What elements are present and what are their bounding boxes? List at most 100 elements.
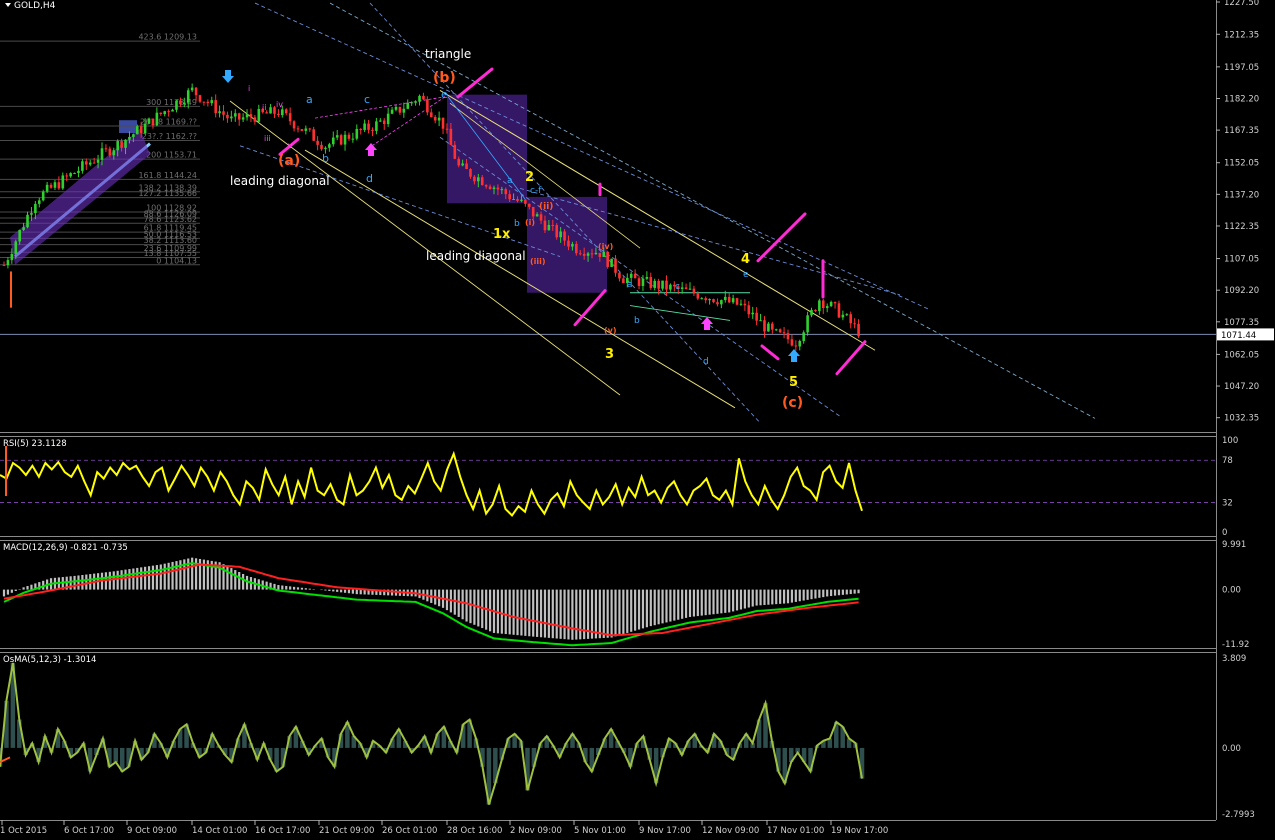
symbol-title: GOLD,H4 (14, 1, 56, 11)
candle (688, 282, 692, 290)
candle (774, 328, 778, 331)
candle-body (147, 118, 151, 124)
candle-body (755, 312, 758, 321)
candle-body (351, 138, 355, 140)
osma-panel[interactable]: OsMA(5,12,3) -1.3014 (0, 655, 865, 805)
candle (159, 112, 163, 116)
candle (720, 299, 723, 309)
candle-body (343, 134, 347, 145)
candle (347, 132, 351, 141)
candle-body (684, 287, 688, 290)
candle-body (559, 231, 562, 238)
magenta-marker (760, 344, 780, 361)
candle-body (230, 116, 233, 119)
candle (375, 117, 378, 135)
candle (429, 108, 433, 118)
candle-body (645, 276, 649, 279)
wave-label: (a) (278, 153, 300, 169)
wave-label: v (288, 141, 293, 150)
rsi-panel[interactable]: RSI(5) 23.1128 (0, 439, 1216, 517)
candle (328, 142, 331, 152)
y-tick-label: 1032.35 (1224, 414, 1259, 424)
wave-label: 5 (789, 375, 798, 390)
candle-body (379, 120, 382, 122)
candle-body (249, 114, 253, 118)
candle-body (418, 95, 421, 102)
candle (292, 120, 296, 132)
candle-body (829, 302, 833, 307)
candle-body (175, 100, 178, 110)
candle (363, 119, 366, 133)
candle-body (367, 123, 370, 130)
candle (257, 104, 261, 123)
candle (849, 311, 853, 329)
candle (712, 298, 715, 304)
price-panel[interactable]: GOLD,H4423.6 1209.13300 1178.49261.8 116… (0, 1, 1216, 423)
candle (653, 278, 657, 291)
candle-body (155, 112, 159, 126)
dashed-trendline (329, 2, 1096, 419)
y-tick-label: 1062.05 (1224, 350, 1259, 360)
y-tick-label: 1167.35 (1224, 126, 1259, 136)
candle (237, 112, 241, 126)
candle-body (441, 117, 445, 129)
candle (798, 339, 802, 351)
candle (167, 109, 170, 117)
candle-body (281, 109, 284, 116)
candle (414, 100, 417, 106)
candle-body (637, 278, 641, 286)
candle-body (265, 112, 268, 114)
candle (418, 94, 421, 106)
y-tick-label: 1197.05 (1224, 63, 1259, 73)
y-tick-label: 1107.05 (1224, 255, 1259, 265)
candle-body (790, 339, 794, 346)
wave-label: (ii) (539, 202, 553, 212)
y-tick-label: 1227.50 (1224, 0, 1259, 8)
y-tick-label: 1182.20 (1224, 94, 1259, 104)
x-tick-label: 26 Oct 01:00 (382, 826, 437, 836)
candle (433, 115, 437, 124)
candle-body (759, 320, 762, 322)
candle-body (410, 102, 413, 104)
candle-body (331, 137, 335, 145)
fib-level-label: 127.2 1135.66 (138, 189, 197, 198)
macd-panel[interactable]: MACD(12,26,9) -0.821 -0.735 (2, 543, 860, 647)
osma-histogram (0, 662, 865, 805)
candle (37, 197, 41, 208)
chart-canvas[interactable]: GOLD,H4423.6 1209.13300 1178.49261.8 116… (0, 0, 1275, 840)
candle-body (179, 100, 182, 105)
osma-tick-label: 3.809 (1222, 654, 1246, 664)
candle (614, 255, 617, 277)
candle-body (653, 280, 657, 288)
candle (524, 199, 527, 207)
candle-body (720, 300, 723, 305)
wave-label: (v) (604, 326, 617, 335)
candle-body (198, 95, 202, 102)
candle-body (335, 135, 339, 138)
candle-body (100, 148, 104, 160)
candle (73, 172, 76, 175)
candle (857, 319, 860, 338)
candle-body (465, 163, 468, 170)
candle (684, 283, 688, 290)
candle-body (633, 273, 637, 279)
candle-body (590, 253, 594, 255)
candle-body (77, 170, 80, 174)
wave-label: iv (276, 100, 283, 109)
candle-body (151, 118, 155, 126)
candle-body (308, 128, 312, 130)
candle (767, 321, 770, 332)
candle-body (692, 288, 696, 294)
x-tick-label: 6 Oct 17:00 (64, 826, 114, 836)
candle (802, 330, 805, 344)
candle (379, 118, 382, 122)
candle (794, 340, 798, 351)
y-tick-label: 1092.20 (1224, 286, 1259, 296)
candle-body (794, 345, 798, 347)
candle (633, 269, 637, 279)
candle (312, 126, 315, 141)
candle (359, 128, 363, 135)
candle-body (535, 214, 539, 217)
candle-body (304, 128, 308, 131)
candle-body (45, 184, 49, 192)
